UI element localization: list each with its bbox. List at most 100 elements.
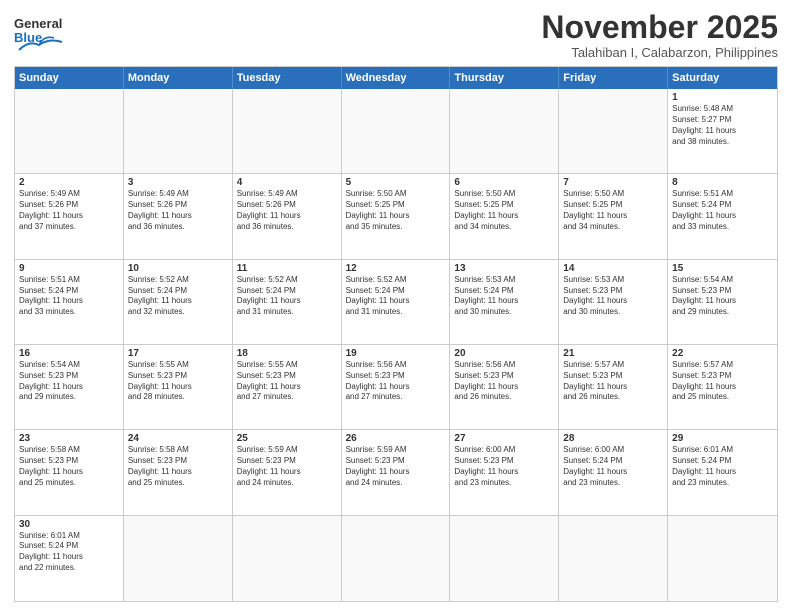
day-number: 18 [237,348,337,359]
day-info: Sunrise: 5:50 AM Sunset: 5:25 PM Dayligh… [346,189,446,232]
calendar-cell [233,89,342,173]
day-number: 2 [19,177,119,188]
day-info: Sunrise: 5:52 AM Sunset: 5:24 PM Dayligh… [237,275,337,318]
calendar-cell [559,89,668,173]
header-day-saturday: Saturday [668,67,777,89]
day-number: 3 [128,177,228,188]
calendar-cell [124,89,233,173]
day-number: 27 [454,433,554,444]
day-info: Sunrise: 5:57 AM Sunset: 5:23 PM Dayligh… [563,360,663,403]
day-number: 15 [672,263,773,274]
calendar-cell: 17Sunrise: 5:55 AM Sunset: 5:23 PM Dayli… [124,345,233,429]
day-info: Sunrise: 5:59 AM Sunset: 5:23 PM Dayligh… [346,445,446,488]
calendar-week-2: 2Sunrise: 5:49 AM Sunset: 5:26 PM Daylig… [15,174,777,259]
calendar-cell [233,516,342,601]
calendar-cell: 24Sunrise: 5:58 AM Sunset: 5:23 PM Dayli… [124,430,233,514]
header-day-tuesday: Tuesday [233,67,342,89]
calendar-cell: 16Sunrise: 5:54 AM Sunset: 5:23 PM Dayli… [15,345,124,429]
calendar-cell [342,89,451,173]
calendar-cell [450,89,559,173]
title-section: November 2025 Talahiban I, Calabarzon, P… [541,10,778,60]
day-number: 13 [454,263,554,274]
day-number: 28 [563,433,663,444]
day-info: Sunrise: 5:51 AM Sunset: 5:24 PM Dayligh… [19,275,119,318]
day-number: 19 [346,348,446,359]
day-info: Sunrise: 5:59 AM Sunset: 5:23 PM Dayligh… [237,445,337,488]
logo-icon: General Blue [14,10,64,55]
day-number: 25 [237,433,337,444]
calendar-cell: 21Sunrise: 5:57 AM Sunset: 5:23 PM Dayli… [559,345,668,429]
calendar-cell: 12Sunrise: 5:52 AM Sunset: 5:24 PM Dayli… [342,260,451,344]
day-number: 6 [454,177,554,188]
calendar-week-1: 1Sunrise: 5:48 AM Sunset: 5:27 PM Daylig… [15,89,777,174]
day-number: 16 [19,348,119,359]
calendar-cell: 11Sunrise: 5:52 AM Sunset: 5:24 PM Dayli… [233,260,342,344]
calendar-week-4: 16Sunrise: 5:54 AM Sunset: 5:23 PM Dayli… [15,345,777,430]
calendar-cell: 10Sunrise: 5:52 AM Sunset: 5:24 PM Dayli… [124,260,233,344]
header: General Blue November 2025 Talahiban I, … [14,10,778,60]
calendar-cell: 23Sunrise: 5:58 AM Sunset: 5:23 PM Dayli… [15,430,124,514]
day-number: 1 [672,92,773,103]
day-info: Sunrise: 6:01 AM Sunset: 5:24 PM Dayligh… [672,445,773,488]
calendar-cell [668,516,777,601]
day-info: Sunrise: 5:54 AM Sunset: 5:23 PM Dayligh… [19,360,119,403]
calendar-week-5: 23Sunrise: 5:58 AM Sunset: 5:23 PM Dayli… [15,430,777,515]
day-number: 8 [672,177,773,188]
day-number: 20 [454,348,554,359]
calendar-header: SundayMondayTuesdayWednesdayThursdayFrid… [15,67,777,89]
header-day-sunday: Sunday [15,67,124,89]
day-info: Sunrise: 5:51 AM Sunset: 5:24 PM Dayligh… [672,189,773,232]
month-title: November 2025 [541,10,778,45]
day-number: 30 [19,519,119,530]
day-info: Sunrise: 5:58 AM Sunset: 5:23 PM Dayligh… [128,445,228,488]
day-info: Sunrise: 5:52 AM Sunset: 5:24 PM Dayligh… [128,275,228,318]
day-info: Sunrise: 5:50 AM Sunset: 5:25 PM Dayligh… [563,189,663,232]
calendar: SundayMondayTuesdayWednesdayThursdayFrid… [14,66,778,602]
calendar-cell: 30Sunrise: 6:01 AM Sunset: 5:24 PM Dayli… [15,516,124,601]
day-info: Sunrise: 5:54 AM Sunset: 5:23 PM Dayligh… [672,275,773,318]
header-day-friday: Friday [559,67,668,89]
day-info: Sunrise: 6:01 AM Sunset: 5:24 PM Dayligh… [19,531,119,574]
calendar-cell [15,89,124,173]
day-info: Sunrise: 5:55 AM Sunset: 5:23 PM Dayligh… [128,360,228,403]
generalblue-logo-svg: General Blue [14,10,64,55]
day-info: Sunrise: 5:58 AM Sunset: 5:23 PM Dayligh… [19,445,119,488]
day-info: Sunrise: 5:52 AM Sunset: 5:24 PM Dayligh… [346,275,446,318]
svg-text:General: General [14,16,62,31]
calendar-cell: 5Sunrise: 5:50 AM Sunset: 5:25 PM Daylig… [342,174,451,258]
day-info: Sunrise: 5:49 AM Sunset: 5:26 PM Dayligh… [19,189,119,232]
day-info: Sunrise: 5:53 AM Sunset: 5:24 PM Dayligh… [454,275,554,318]
calendar-body: 1Sunrise: 5:48 AM Sunset: 5:27 PM Daylig… [15,89,777,601]
day-number: 24 [128,433,228,444]
day-number: 11 [237,263,337,274]
page: General Blue November 2025 Talahiban I, … [0,0,792,612]
calendar-cell: 18Sunrise: 5:55 AM Sunset: 5:23 PM Dayli… [233,345,342,429]
calendar-cell: 20Sunrise: 5:56 AM Sunset: 5:23 PM Dayli… [450,345,559,429]
calendar-cell: 19Sunrise: 5:56 AM Sunset: 5:23 PM Dayli… [342,345,451,429]
day-info: Sunrise: 5:49 AM Sunset: 5:26 PM Dayligh… [237,189,337,232]
calendar-week-6: 30Sunrise: 6:01 AM Sunset: 5:24 PM Dayli… [15,516,777,601]
calendar-cell: 1Sunrise: 5:48 AM Sunset: 5:27 PM Daylig… [668,89,777,173]
calendar-cell: 13Sunrise: 5:53 AM Sunset: 5:24 PM Dayli… [450,260,559,344]
calendar-cell: 26Sunrise: 5:59 AM Sunset: 5:23 PM Dayli… [342,430,451,514]
calendar-cell [124,516,233,601]
calendar-cell: 14Sunrise: 5:53 AM Sunset: 5:23 PM Dayli… [559,260,668,344]
day-number: 9 [19,263,119,274]
calendar-cell [559,516,668,601]
day-number: 14 [563,263,663,274]
calendar-cell: 27Sunrise: 6:00 AM Sunset: 5:23 PM Dayli… [450,430,559,514]
calendar-cell: 29Sunrise: 6:01 AM Sunset: 5:24 PM Dayli… [668,430,777,514]
calendar-week-3: 9Sunrise: 5:51 AM Sunset: 5:24 PM Daylig… [15,260,777,345]
day-number: 23 [19,433,119,444]
day-info: Sunrise: 5:56 AM Sunset: 5:23 PM Dayligh… [346,360,446,403]
day-number: 5 [346,177,446,188]
calendar-cell [450,516,559,601]
header-day-monday: Monday [124,67,233,89]
calendar-cell: 2Sunrise: 5:49 AM Sunset: 5:26 PM Daylig… [15,174,124,258]
header-day-wednesday: Wednesday [342,67,451,89]
calendar-cell: 9Sunrise: 5:51 AM Sunset: 5:24 PM Daylig… [15,260,124,344]
day-info: Sunrise: 5:55 AM Sunset: 5:23 PM Dayligh… [237,360,337,403]
calendar-cell: 22Sunrise: 5:57 AM Sunset: 5:23 PM Dayli… [668,345,777,429]
day-number: 4 [237,177,337,188]
calendar-cell: 4Sunrise: 5:49 AM Sunset: 5:26 PM Daylig… [233,174,342,258]
